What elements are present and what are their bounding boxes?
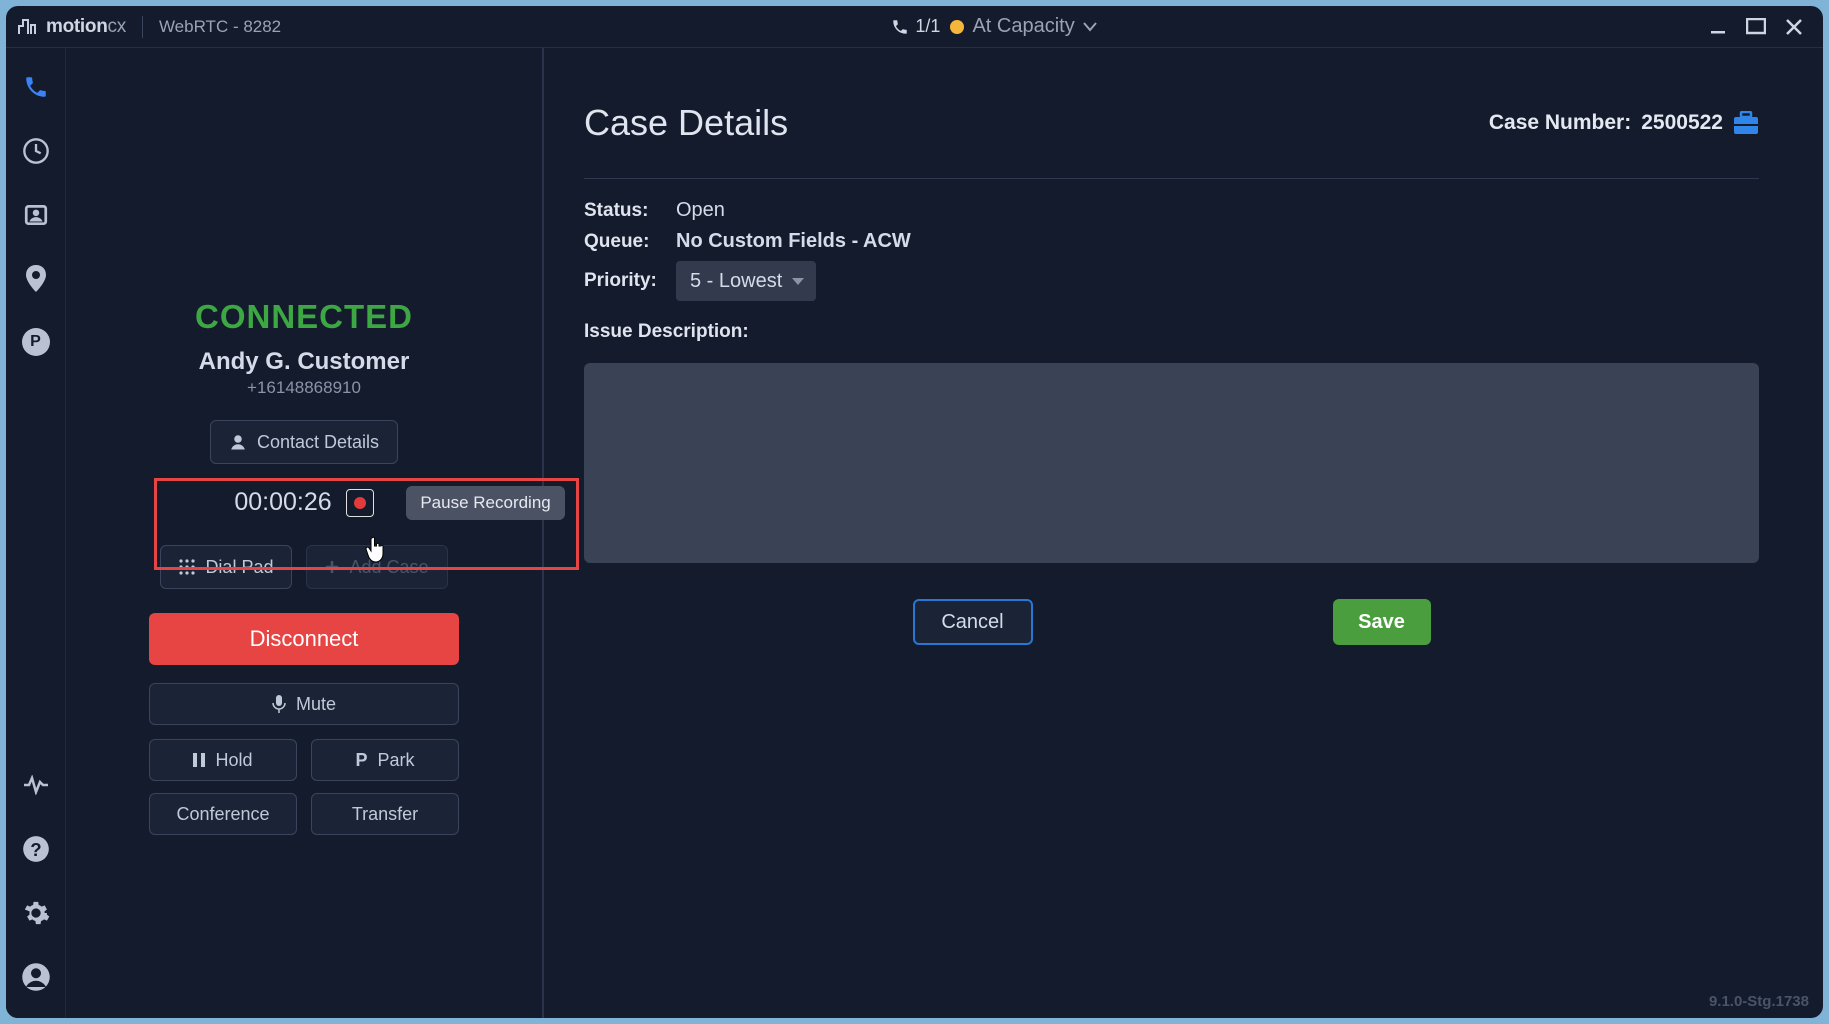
sidebar-account[interactable] bbox=[21, 962, 51, 992]
park-letter-icon: P bbox=[355, 750, 367, 771]
sidebar-phone[interactable] bbox=[21, 72, 51, 102]
save-button[interactable]: Save bbox=[1333, 599, 1431, 645]
sidebar-settings[interactable] bbox=[21, 898, 51, 928]
main-content: Case Details Case Number: 2500522 Status… bbox=[544, 48, 1823, 1018]
call-timer: 00:00:26 bbox=[234, 488, 331, 517]
cancel-button[interactable]: Cancel bbox=[913, 599, 1033, 645]
person-icon bbox=[229, 433, 247, 451]
app-logo: motioncx bbox=[18, 16, 126, 38]
dialpad-icon bbox=[179, 559, 195, 575]
dialpad-button[interactable]: Dial Pad bbox=[160, 545, 292, 589]
priority-label: Priority: bbox=[584, 270, 664, 292]
minimize-button[interactable] bbox=[1707, 16, 1729, 38]
queue-value: No Custom Fields - ACW bbox=[676, 230, 911, 253]
disconnect-button[interactable]: Disconnect bbox=[149, 613, 459, 665]
status-value: Open bbox=[676, 199, 725, 222]
title-bar: motioncx WebRTC - 8282 1/1 At Capacity bbox=[6, 6, 1823, 48]
issue-description-input[interactable] bbox=[584, 363, 1759, 563]
caller-name: Andy G. Customer bbox=[199, 348, 410, 376]
contact-card-icon bbox=[23, 202, 49, 228]
sidebar-help[interactable]: ? bbox=[21, 834, 51, 864]
title-divider bbox=[142, 16, 143, 38]
left-sidebar: P ? bbox=[6, 48, 66, 1018]
sidebar-monitor[interactable] bbox=[21, 770, 51, 800]
clock-icon bbox=[22, 137, 50, 165]
priority-select[interactable]: 5 - Lowest bbox=[676, 261, 816, 301]
description-label: Issue Description: bbox=[584, 321, 1759, 343]
timer-row: 00:00:26 Pause Recording bbox=[234, 488, 373, 517]
add-case-button: Add Case bbox=[306, 545, 447, 589]
call-status: CONNECTED bbox=[195, 298, 413, 336]
sidebar-history[interactable] bbox=[21, 136, 51, 166]
phone-icon bbox=[891, 18, 909, 36]
availability-status[interactable]: At Capacity bbox=[950, 15, 1096, 38]
status-dot-icon bbox=[950, 20, 964, 34]
page-title: Case Details bbox=[584, 102, 788, 144]
sidebar-location[interactable] bbox=[21, 264, 51, 294]
call-panel: CONNECTED Andy G. Customer +16148868910 … bbox=[66, 48, 544, 1018]
queue-label: Queue: bbox=[584, 231, 664, 253]
call-counter: 1/1 bbox=[891, 16, 940, 37]
sidebar-contacts[interactable] bbox=[21, 200, 51, 230]
pause-icon bbox=[193, 753, 205, 767]
chevron-down-icon bbox=[1083, 22, 1097, 32]
logo-mark-icon bbox=[18, 18, 40, 36]
record-dot-icon bbox=[354, 497, 366, 509]
monitor-icon bbox=[23, 775, 49, 795]
conference-button[interactable]: Conference bbox=[149, 793, 297, 835]
pause-recording-tooltip: Pause Recording bbox=[406, 486, 564, 520]
status-label: Status: bbox=[584, 200, 664, 222]
account-icon bbox=[21, 962, 51, 992]
pause-recording-button[interactable] bbox=[346, 489, 374, 517]
logo-text: motioncx bbox=[46, 16, 126, 38]
plus-icon bbox=[325, 560, 339, 574]
gear-icon bbox=[22, 899, 50, 927]
hold-button[interactable]: Hold bbox=[149, 739, 297, 781]
briefcase-icon bbox=[1733, 111, 1759, 135]
mic-icon bbox=[272, 695, 286, 713]
close-button[interactable] bbox=[1783, 16, 1805, 38]
maximize-button[interactable] bbox=[1745, 16, 1767, 38]
sidebar-park[interactable]: P bbox=[22, 328, 50, 356]
contact-details-button[interactable]: Contact Details bbox=[210, 420, 398, 464]
phone-icon bbox=[23, 74, 49, 100]
connection-label: WebRTC - 8282 bbox=[159, 17, 281, 37]
help-icon: ? bbox=[22, 835, 50, 863]
park-letter-icon: P bbox=[30, 333, 41, 351]
location-pin-icon bbox=[24, 265, 48, 293]
window-controls bbox=[1707, 16, 1811, 38]
park-button[interactable]: P Park bbox=[311, 739, 459, 781]
transfer-button[interactable]: Transfer bbox=[311, 793, 459, 835]
case-number: Case Number: 2500522 bbox=[1489, 111, 1759, 135]
caller-phone: +16148868910 bbox=[247, 378, 361, 398]
svg-text:?: ? bbox=[30, 839, 41, 860]
mute-button[interactable]: Mute bbox=[149, 683, 459, 725]
version-label: 9.1.0-Stg.1738 bbox=[1709, 993, 1809, 1010]
